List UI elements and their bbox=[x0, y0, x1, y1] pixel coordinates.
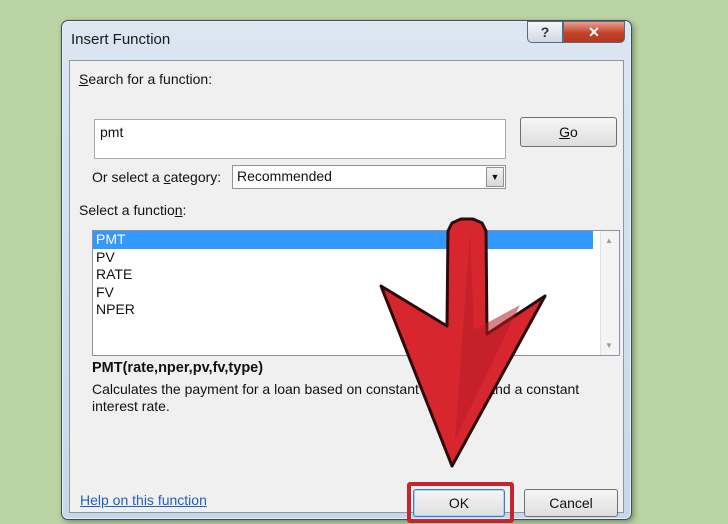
dialog-body: Search for a function: pmt Go Or select … bbox=[69, 60, 624, 523]
search-label: Search for a function: bbox=[79, 71, 212, 87]
function-label-hotkey: n bbox=[174, 202, 183, 218]
ok-button[interactable]: OK bbox=[413, 489, 505, 517]
category-label: Or select a category: bbox=[92, 169, 221, 185]
search-input-value: pmt bbox=[100, 124, 124, 140]
help-icon: ? bbox=[540, 24, 550, 40]
list-item[interactable]: FV bbox=[93, 284, 593, 302]
close-button[interactable]: ✕ bbox=[563, 21, 625, 43]
insert-function-dialog: Insert Function ? ✕ Search for a functio… bbox=[61, 20, 632, 523]
help-button[interactable]: ? bbox=[527, 21, 563, 43]
search-input[interactable]: pmt bbox=[94, 119, 506, 159]
close-icon: ✕ bbox=[588, 23, 600, 40]
search-label-hotkey: S bbox=[79, 71, 89, 87]
category-label-hotkey: c bbox=[163, 169, 171, 185]
function-listbox[interactable]: PMT PV RATE FV NPER ▲ ▼ bbox=[92, 230, 620, 356]
category-selected-value: Recommended bbox=[237, 168, 332, 184]
function-syntax: PMT(rate,nper,pv,fv,type) bbox=[92, 360, 264, 376]
dialog-title: Insert Function bbox=[71, 31, 171, 48]
category-label-prefix: Or select a bbox=[92, 169, 164, 185]
list-item[interactable]: NPER bbox=[93, 301, 593, 319]
category-label-rest: ategory: bbox=[170, 169, 222, 185]
dropdown-arrow-icon[interactable]: ▼ bbox=[486, 167, 504, 187]
list-item[interactable]: PV bbox=[93, 249, 593, 267]
list-item[interactable]: RATE bbox=[93, 266, 593, 284]
help-on-function-link[interactable]: Help on this function bbox=[80, 492, 207, 508]
function-label-rest: : bbox=[182, 202, 187, 218]
scroll-down-icon[interactable]: ▼ bbox=[605, 341, 613, 350]
function-description: Calculates the payment for a loan based … bbox=[92, 381, 580, 414]
go-button[interactable]: Go bbox=[520, 117, 617, 147]
category-select[interactable]: Recommended ▼ bbox=[232, 165, 506, 189]
function-label-prefix: Select a functio bbox=[79, 202, 175, 218]
list-item[interactable]: PMT bbox=[93, 231, 593, 249]
go-hotkey: G bbox=[559, 124, 571, 140]
scroll-up-icon[interactable]: ▲ bbox=[605, 236, 613, 245]
cancel-button[interactable]: Cancel bbox=[524, 489, 618, 517]
scrollbar[interactable]: ▲ ▼ bbox=[600, 231, 619, 355]
function-list-label: Select a function: bbox=[79, 202, 186, 218]
go-label: o bbox=[570, 124, 578, 140]
search-label-text: earch for a function: bbox=[88, 71, 213, 87]
